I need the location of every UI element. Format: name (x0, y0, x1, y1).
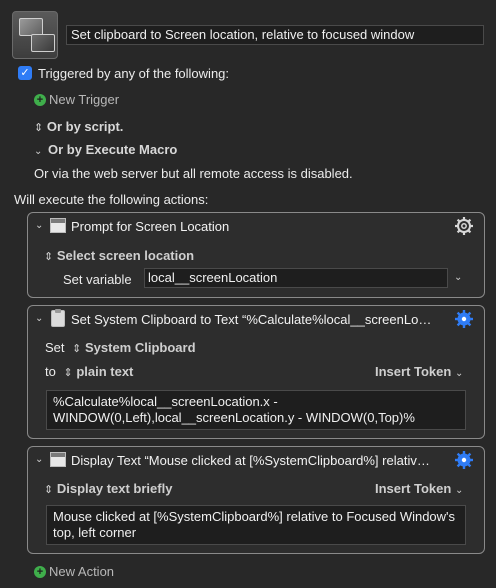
chevron-down-icon[interactable]: ⌄ (454, 270, 462, 286)
action-display-text[interactable]: ⌄ Display Text “Mouse clicked at [%Syste… (27, 446, 485, 554)
set-variable-label: Set variable (63, 272, 132, 287)
new-action-button[interactable]: New Action (49, 564, 114, 580)
insert-token-button[interactable]: Insert Token ⌄ (375, 481, 463, 499)
action-title: Prompt for Screen Location (71, 219, 230, 234)
new-trigger-button[interactable]: New Trigger (49, 92, 119, 108)
action-header[interactable]: ⌄ Display Text “Mouse clicked at [%Syste… (28, 447, 484, 475)
select-screen-location-row[interactable]: ⇕ Select screen location (44, 248, 194, 265)
gear-icon[interactable] (454, 216, 474, 236)
macro-icon[interactable] (12, 11, 58, 59)
chevron-down-icon: ⌄ (454, 368, 464, 379)
window-icon (50, 452, 66, 467)
display-mode-row[interactable]: ⇕ Display text briefly (44, 481, 172, 498)
action-set-clipboard[interactable]: ⌄ Set System Clipboard to Text “%Calcula… (27, 305, 485, 439)
add-trigger-icon[interactable]: + (34, 94, 46, 106)
web-server-note: Or via the web server but all remote acc… (34, 166, 353, 181)
insert-token-label: Insert Token (375, 481, 452, 496)
updown-chevron-icon: ⇕ (63, 367, 73, 379)
text-line: Mouse clicked at [%SystemClipboard%] rel… (53, 509, 456, 524)
triggered-checkbox[interactable]: ✓ (18, 66, 32, 80)
action-title: Display Text “Mouse clicked at [%SystemC… (71, 453, 430, 468)
or-by-execute-macro-label: Or by Execute Macro (48, 142, 178, 157)
action-header[interactable]: ⌄ Prompt for Screen Location (28, 213, 484, 241)
action-header[interactable]: ⌄ Set System Clipboard to Text “%Calcula… (28, 306, 484, 334)
action-title: Set System Clipboard to Text “%Calculate… (71, 312, 432, 327)
chevron-down-icon[interactable]: ⌄ (35, 313, 43, 324)
or-by-script-label: Or by script. (46, 119, 124, 134)
chevron-down-icon: ⌄ (454, 485, 464, 496)
set-clipboard-row[interactable]: Set ⇕ System Clipboard (45, 340, 196, 357)
or-by-script-row-inner[interactable]: ⇕ Or by script. (34, 119, 123, 136)
select-screen-location-label: Select screen location (56, 248, 195, 263)
triggered-label: Triggered by any of the following: (38, 66, 230, 81)
updown-chevron-icon: ⇕ (72, 343, 82, 355)
set-label: Set (45, 340, 65, 355)
to-label: to (45, 364, 56, 379)
to-format-row[interactable]: to ⇕ plain text (45, 364, 133, 381)
clipboard-icon (51, 309, 65, 327)
insert-token-button[interactable]: Insert Token ⌄ (375, 364, 463, 382)
macro-title-field[interactable]: Set clipboard to Screen location, relati… (66, 25, 484, 45)
chevron-down-icon[interactable]: ⌄ (35, 454, 43, 465)
updown-chevron-icon: ⇕ (44, 251, 54, 263)
or-by-execute-macro-row[interactable]: ⌄ Or by Execute Macro (34, 142, 177, 160)
display-mode-selector[interactable]: Display text briefly (57, 481, 173, 496)
gear-icon[interactable] (454, 309, 474, 329)
clipboard-selector[interactable]: System Clipboard (85, 340, 196, 355)
screen-icon (31, 34, 55, 52)
updown-chevron-icon: ⇕ (44, 484, 54, 496)
window-icon (50, 218, 66, 233)
chevron-down-icon: ⌄ (34, 146, 43, 157)
format-selector[interactable]: plain text (76, 364, 133, 379)
action-prompt-screen-location[interactable]: ⌄ Prompt for Screen Location ⇕ Select sc… (27, 212, 485, 298)
text-line: %Calculate%local__screenLocation.x - (53, 394, 278, 409)
updown-chevron-icon: ⇕ (34, 122, 44, 134)
gear-icon[interactable] (454, 450, 474, 470)
variable-name-input[interactable]: local__screenLocation (144, 268, 448, 288)
text-line: top, left corner (53, 525, 137, 540)
add-action-icon[interactable]: + (34, 566, 46, 578)
actions-header: Will execute the following actions: (14, 192, 209, 207)
text-line: WINDOW(0,Left),local__screenLocation.y -… (53, 410, 415, 425)
clipboard-text-area[interactable]: %Calculate%local__screenLocation.x - WIN… (46, 390, 466, 430)
chevron-down-icon[interactable]: ⌄ (35, 220, 43, 231)
insert-token-label: Insert Token (375, 364, 452, 379)
display-text-area[interactable]: Mouse clicked at [%SystemClipboard%] rel… (46, 505, 466, 545)
